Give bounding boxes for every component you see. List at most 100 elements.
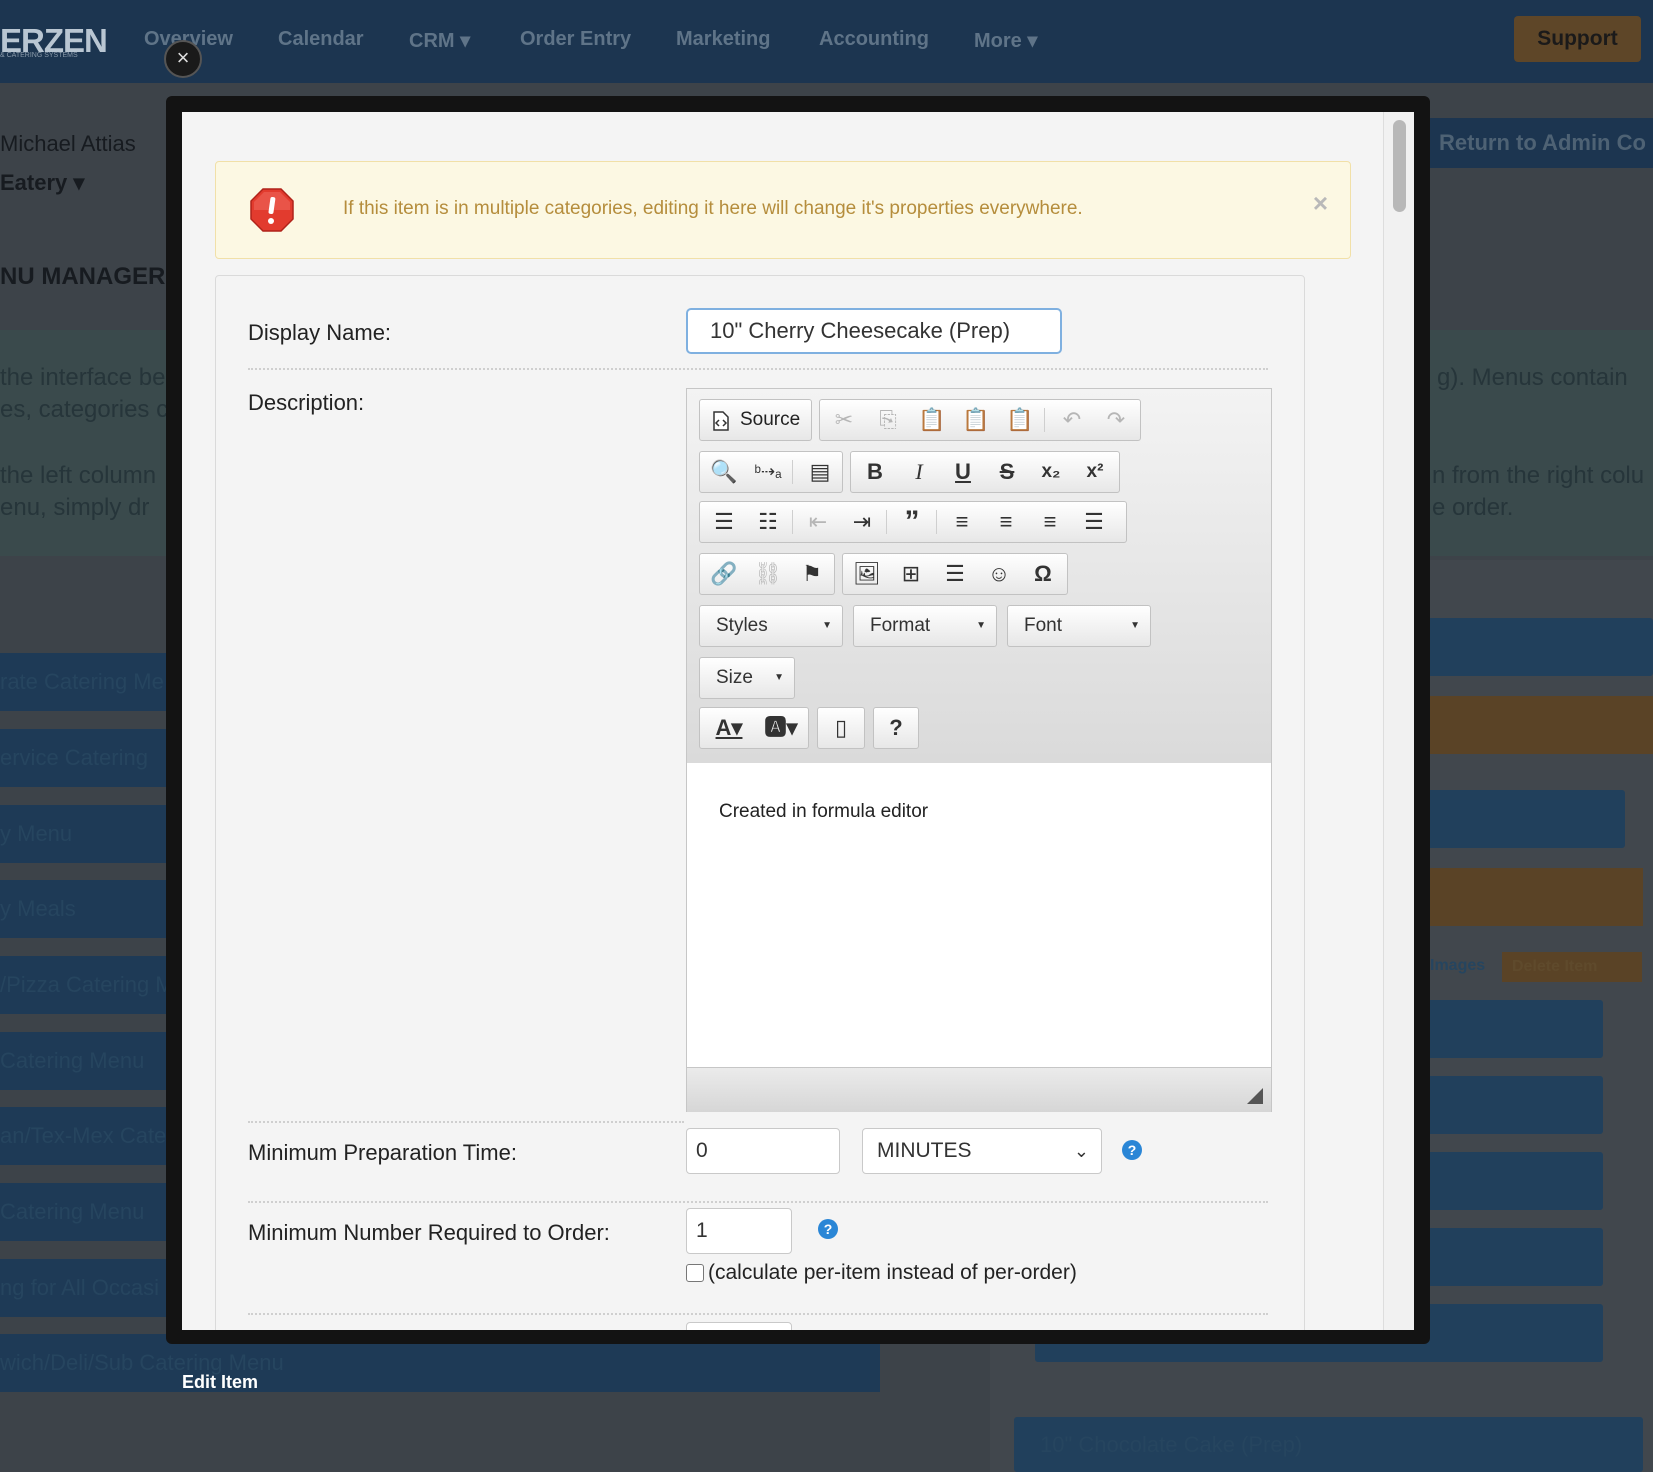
nav-order-entry[interactable]: Order Entry [520,28,631,51]
replace-icon[interactable]: ᵇ⇢ₐ [746,452,790,492]
paste-word-icon[interactable]: 📋 [998,400,1042,440]
return-admin-button[interactable]: Return to Admin Co [1425,118,1653,168]
select-all-icon[interactable]: ▤ [798,452,842,492]
size-dropdown[interactable]: Size ▼ [699,657,795,699]
styles-dropdown[interactable]: Styles ▼ [699,605,843,647]
dropdown-caret-icon: ▼ [822,620,832,631]
strikethrough-icon[interactable]: S [985,452,1029,492]
description-editor: Source ✂ ⎘ 📋 📋 📋 ↶ ↷ 🔍 ᵇ⇢ₐ ▤ B I U S x₂ … [686,388,1272,1112]
dropdown-caret-icon: ▼ [774,672,784,683]
text-color-icon[interactable]: A▾ [704,708,754,748]
toolbar-separator [792,510,793,534]
nav-accounting[interactable]: Accounting [819,28,929,51]
alert-close-icon[interactable]: × [1313,188,1328,219]
copy-icon[interactable]: ⎘ [866,400,910,440]
justify-icon[interactable]: ☰ [1072,502,1116,542]
smiley-icon[interactable]: ☺ [977,554,1021,594]
top-navbar: ERZEN & CATERING SYSTEMS Overview Calend… [0,0,1653,83]
source-icon [713,411,729,431]
links-toolbar-group: 🔗 ⛓ ⚑ [699,553,835,595]
paragraph-toolbar-group: ☰ ☷ ⇤ ⇥ ” ≡ ≡ ≡ ☰ [699,501,1127,543]
indent-icon[interactable]: ⇥ [840,502,884,542]
blockquote-icon[interactable]: ” [890,502,934,542]
scrollbar-thumb[interactable] [1393,120,1406,212]
align-center-icon[interactable]: ≡ [984,502,1028,542]
color-toolbar-group: A▾ 🅰▾ [699,707,809,749]
link-icon[interactable]: 🔗 [702,554,746,594]
find-toolbar-group: 🔍 ᵇ⇢ₐ ▤ [699,451,843,493]
numbered-list-icon[interactable]: ☰ [702,502,746,542]
clipboard-toolbar-group: ✂ ⎘ 📋 📋 📋 ↶ ↷ [819,399,1141,441]
italic-icon[interactable]: I [897,452,941,492]
resize-grip-icon[interactable] [1247,1088,1263,1104]
delete-item-button[interactable]: Delete Item [1502,952,1642,982]
row-divider [248,1313,1268,1315]
bold-icon[interactable]: B [853,452,897,492]
undo-icon[interactable]: ↶ [1050,400,1094,440]
images-button[interactable]: Images [1430,957,1485,975]
prep-time-unit-select[interactable]: MINUTES ⌄ [862,1128,1102,1174]
help-icon[interactable]: ? [818,1219,838,1239]
anchor-flag-icon[interactable]: ⚑ [790,554,834,594]
nav-crm[interactable]: CRM ▾ [409,28,470,53]
item-bar-chocolate-cake[interactable]: 10" Chocolate Cake (Prep) [1014,1417,1643,1472]
image-icon[interactable]: 🖼 [845,554,889,594]
location-dropdown[interactable]: Eatery ▾ [0,170,84,196]
modal-close-icon[interactable]: × [164,40,202,78]
unlink-icon[interactable]: ⛓ [746,554,790,594]
display-name-input[interactable] [686,308,1062,354]
align-right-icon[interactable]: ≡ [1028,502,1072,542]
info-line: g). Menus contain [1437,364,1628,391]
nav-marketing[interactable]: Marketing [676,28,770,51]
styles-label: Styles [716,615,768,636]
table-icon[interactable]: ⊞ [889,554,933,594]
editor-content-area[interactable]: Created in formula editor [687,763,1271,1067]
paste-icon[interactable]: 📋 [910,400,954,440]
warning-alert: If this item is in multiple categories, … [215,161,1351,259]
next-row-input[interactable] [686,1322,792,1330]
underline-icon[interactable]: U [941,452,985,492]
format-label: Format [870,615,931,636]
nav-calendar[interactable]: Calendar [278,28,364,51]
subscript-icon[interactable]: x₂ [1029,452,1073,492]
editor-toolbar: Source ✂ ⎘ 📋 📋 📋 ↶ ↷ 🔍 ᵇ⇢ₐ ▤ B I U S x₂ … [687,389,1271,764]
help-question-icon[interactable]: ? [874,708,918,748]
source-button[interactable]: Source [699,399,812,441]
paste-text-icon[interactable]: 📋 [954,400,998,440]
superscript-icon[interactable]: x² [1073,452,1117,492]
cut-icon[interactable]: ✂ [822,400,866,440]
nav-more[interactable]: More ▾ [974,28,1037,53]
info-line: e order. [1432,494,1514,521]
outdent-icon[interactable]: ⇤ [796,502,840,542]
special-char-omega-icon[interactable]: Ω [1021,554,1065,594]
min-number-input[interactable]: 1 [686,1208,792,1254]
redo-icon[interactable]: ↷ [1094,400,1138,440]
per-item-checkbox[interactable] [686,1264,704,1282]
app-logo-subtitle: & CATERING SYSTEMS [0,52,78,59]
edit-item-modal: If this item is in multiple categories, … [182,112,1414,1330]
maximize-toolbar-group: ▯ [817,707,865,749]
source-label: Source [740,409,801,430]
show-blocks-icon[interactable]: ▯ [819,708,863,748]
background-color-icon[interactable]: 🅰▾ [756,708,806,748]
info-line: the interface be [0,364,166,391]
horizontal-line-icon[interactable]: ☰ [933,554,977,594]
basic-styles-group: B I U S x₂ x² [850,451,1120,493]
info-line: es, categories c [0,396,169,423]
help-icon[interactable]: ? [1122,1140,1142,1160]
align-left-icon[interactable]: ≡ [940,502,984,542]
row-divider [248,1121,684,1123]
prep-time-input[interactable]: 0 [686,1128,840,1174]
font-label: Font [1024,615,1063,636]
description-label: Description: [248,390,365,415]
support-button[interactable]: Support [1514,16,1641,62]
bulleted-list-icon[interactable]: ☷ [746,502,790,542]
chevron-down-icon: ⌄ [1073,1141,1089,1161]
font-dropdown[interactable]: Font ▼ [1007,605,1151,647]
info-line: enu, simply dr [0,494,150,521]
format-dropdown[interactable]: Format ▼ [853,605,997,647]
toolbar-separator [1044,408,1045,432]
modal-scrollbar[interactable] [1383,112,1414,1330]
toolbar-separator [886,510,887,534]
find-icon[interactable]: 🔍 [702,452,746,492]
